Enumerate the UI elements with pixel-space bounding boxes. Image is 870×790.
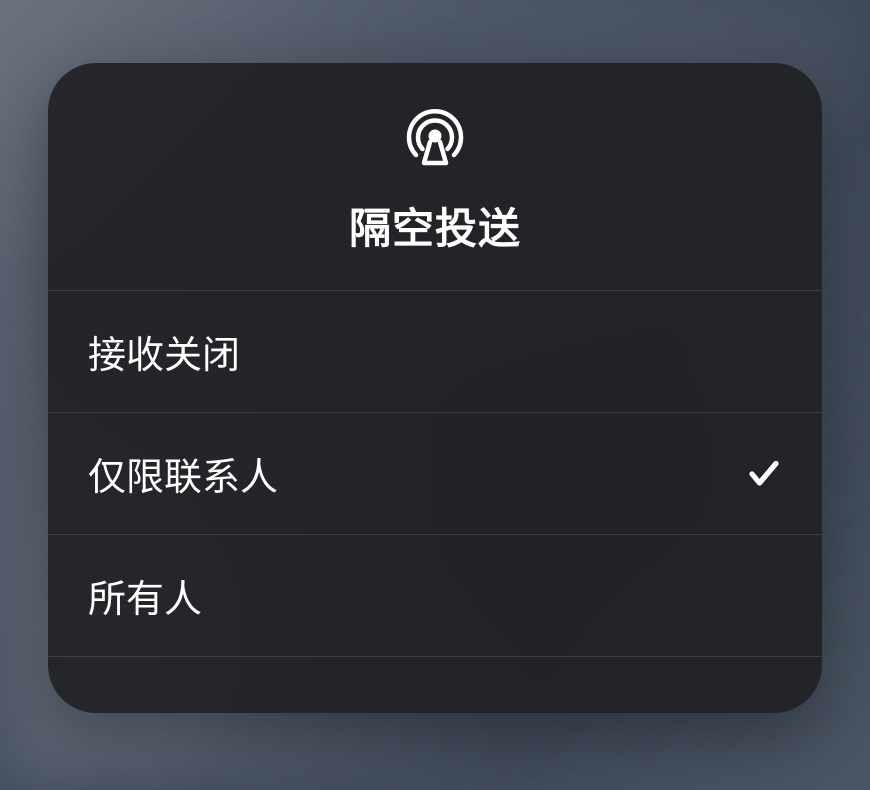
option-receiving-off[interactable]: 接收关闭 [48,291,822,413]
checkmark-icon [746,456,782,492]
option-label: 接收关闭 [88,324,240,379]
options-list: 接收关闭 仅限联系人 所有人 [48,291,822,657]
option-label: 仅限联系人 [88,446,278,501]
option-contacts-only[interactable]: 仅限联系人 [48,413,822,535]
panel-bottom-spacer [48,657,822,713]
panel-title: 隔空投送 [349,195,521,256]
airdrop-icon [403,105,467,169]
airdrop-panel: 隔空投送 接收关闭 仅限联系人 所有人 [48,63,822,713]
option-everyone[interactable]: 所有人 [48,535,822,657]
panel-header: 隔空投送 [48,63,822,291]
option-label: 所有人 [88,568,202,623]
